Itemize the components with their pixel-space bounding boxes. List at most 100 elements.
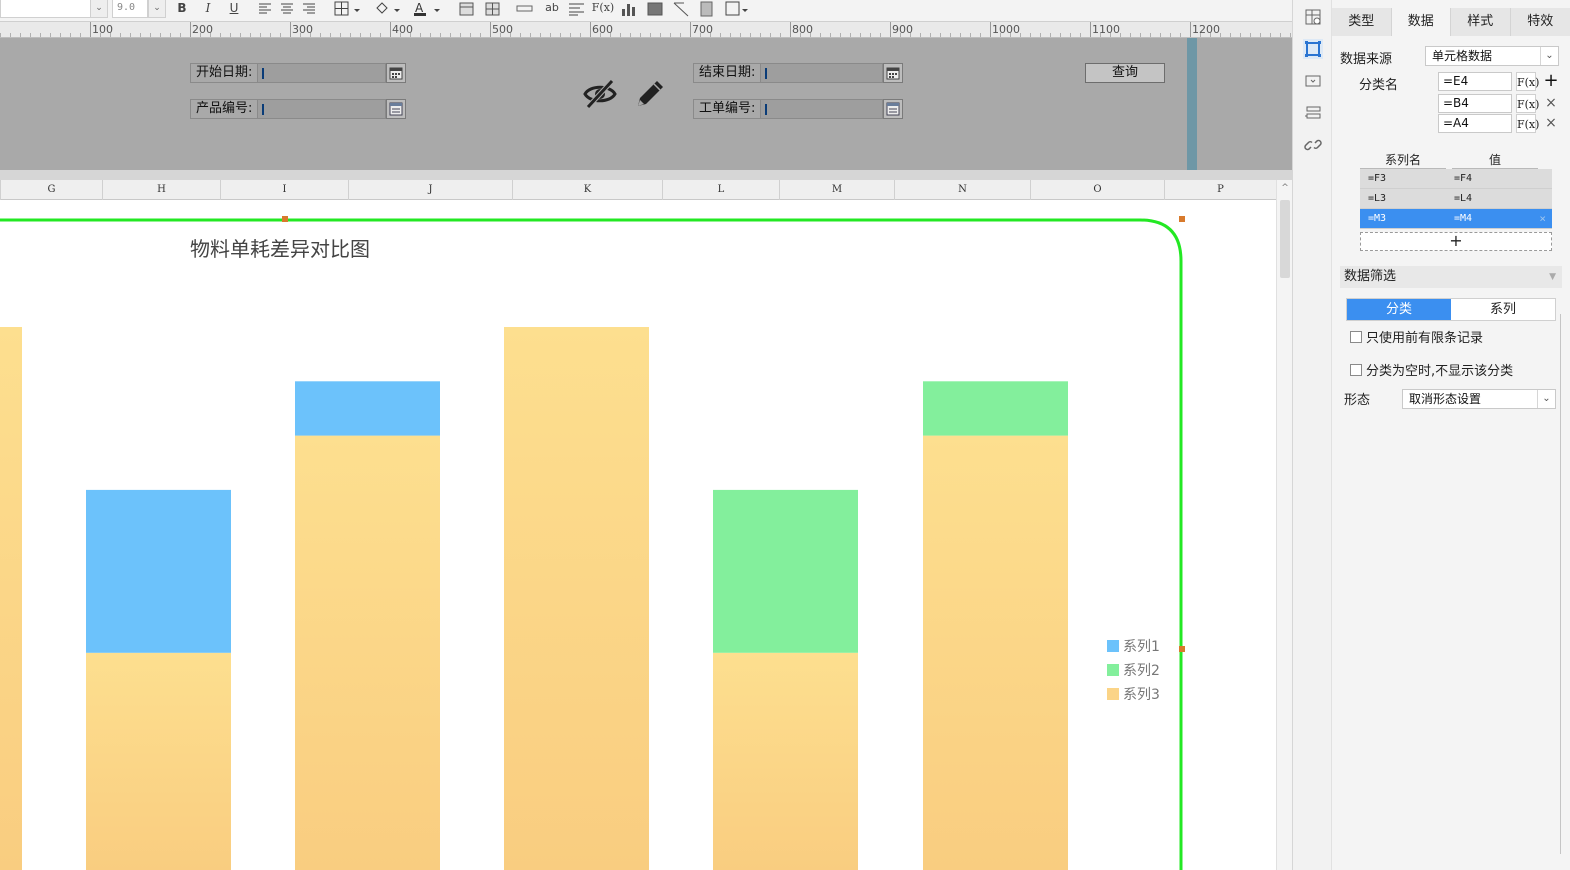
column-header-cell[interactable]: H — [102, 180, 220, 200]
category-formula-input[interactable]: =A4 — [1438, 114, 1512, 133]
italic-button[interactable]: I — [198, 0, 218, 18]
query-button[interactable]: 查询 — [1085, 63, 1165, 83]
column-header-cell[interactable]: J — [348, 180, 512, 200]
chevron-down-icon[interactable]: ⌄ — [148, 0, 166, 18]
bold-button[interactable]: B — [172, 0, 192, 18]
resize-handle[interactable] — [282, 216, 288, 222]
column-header-cell[interactable]: K — [512, 180, 662, 200]
series-row[interactable]: =F3 =F4 — [1360, 169, 1552, 189]
resize-handle[interactable] — [1179, 216, 1185, 222]
filter-tab-category[interactable]: 分类 — [1347, 299, 1451, 320]
chart-bar-segment[interactable] — [713, 652, 858, 870]
column-header-cell[interactable]: L — [662, 180, 779, 200]
category-formula-input[interactable]: =B4 — [1438, 94, 1512, 113]
data-filter-section[interactable]: 数据筛选 ▼ — [1340, 266, 1562, 288]
cell-attribute-icon[interactable] — [1303, 7, 1323, 27]
list-picker-icon[interactable] — [883, 99, 904, 119]
series-value-cell[interactable]: =M4 — [1446, 213, 1532, 224]
tab-type[interactable]: 类型 — [1332, 8, 1392, 36]
chart-bar-segment[interactable] — [86, 489, 231, 653]
border-icon[interactable] — [334, 1, 364, 17]
chart-bar-segment[interactable] — [504, 327, 649, 870]
formula-fx-button[interactable]: F(x) — [1516, 114, 1539, 133]
formula-button[interactable]: F(x) — [591, 0, 615, 18]
chart-property-icon[interactable] — [1303, 39, 1323, 59]
delete-series-icon[interactable]: × — [1539, 212, 1546, 225]
font-family-select[interactable] — [0, 0, 92, 18]
hide-empty-option[interactable]: 分类为空时,不显示该分类 — [1350, 360, 1513, 379]
series-name-cell[interactable]: =F3 — [1360, 173, 1446, 184]
resize-handle[interactable] — [1179, 646, 1185, 652]
chart-bar-segment[interactable] — [295, 435, 440, 870]
scroll-thumb[interactable] — [1280, 200, 1290, 278]
column-header-cell[interactable]: N — [894, 180, 1030, 200]
calendar-icon[interactable] — [386, 63, 407, 83]
insert-chart-icon[interactable] — [620, 1, 638, 17]
series-value-cell[interactable]: =F4 — [1446, 173, 1532, 184]
tab-data[interactable]: 数据 — [1391, 8, 1451, 36]
series-value-cell[interactable]: =L4 — [1446, 193, 1532, 204]
slash-icon[interactable] — [672, 1, 690, 17]
font-color-icon[interactable]: A — [412, 1, 444, 17]
formula-fx-button[interactable]: F(x) — [1516, 72, 1539, 91]
underline-button[interactable]: U — [224, 0, 244, 18]
series-name-cell[interactable]: =M3 — [1360, 213, 1446, 224]
chart-bar-segment[interactable] — [0, 327, 22, 870]
column-header-cell[interactable]: O — [1030, 180, 1164, 200]
wrap-icon[interactable] — [516, 3, 534, 15]
series-row[interactable]: =L3 =L4 — [1360, 189, 1552, 209]
category-formula-input[interactable]: =E4 — [1438, 72, 1512, 91]
font-size-select[interactable]: 9.0 — [112, 0, 148, 18]
freeze-icon[interactable] — [698, 1, 716, 17]
start-date-input[interactable] — [258, 63, 387, 83]
eye-off-icon[interactable] — [582, 76, 618, 112]
panel-scrollbar[interactable] — [1560, 314, 1564, 854]
calendar-icon[interactable] — [883, 63, 904, 83]
first-records-checkbox[interactable] — [1350, 330, 1362, 343]
fill-color-icon[interactable] — [374, 1, 404, 17]
pencil-icon[interactable] — [632, 76, 668, 112]
add-category-button[interactable]: + — [1542, 72, 1560, 91]
form-icon[interactable] — [1303, 103, 1323, 123]
insert-image-icon[interactable] — [646, 1, 664, 17]
end-date-input[interactable] — [761, 63, 884, 83]
column-header-cell[interactable]: I — [220, 180, 348, 200]
chevron-down-icon[interactable]: ⌄ — [90, 0, 108, 18]
vertical-scrollbar[interactable]: ^ — [1276, 180, 1292, 870]
chart-bar-segment[interactable] — [86, 652, 231, 870]
series-row-selected[interactable]: =M3 =M4 × — [1360, 209, 1552, 229]
column-header-cell[interactable]: M — [779, 180, 894, 200]
add-series-button[interactable]: + — [1360, 232, 1552, 251]
column-header-cell[interactable]: P — [1164, 180, 1276, 200]
frame-icon[interactable] — [724, 1, 750, 17]
filter-tab-series[interactable]: 系列 — [1451, 299, 1555, 320]
scroll-up-icon[interactable]: ^ — [1277, 180, 1293, 196]
chart-bar-segment[interactable] — [295, 381, 440, 436]
formula-fx-button[interactable]: F(x) — [1516, 94, 1539, 113]
series-name-cell[interactable]: =L3 — [1360, 193, 1446, 204]
hide-empty-checkbox[interactable] — [1350, 363, 1362, 376]
work-order-input[interactable] — [761, 99, 884, 119]
chart-bar-segment[interactable] — [923, 381, 1068, 436]
product-no-input[interactable] — [258, 99, 387, 119]
chart-bar-segment[interactable] — [923, 435, 1068, 870]
remove-category-icon[interactable]: × — [1542, 94, 1560, 113]
remove-category-icon[interactable]: × — [1542, 114, 1560, 133]
widget-icon[interactable] — [1303, 71, 1323, 91]
link-icon[interactable] — [1303, 135, 1323, 155]
list-picker-icon[interactable] — [386, 99, 407, 119]
merge-cells-icon[interactable] — [458, 1, 502, 17]
column-header-cell[interactable]: G — [0, 180, 102, 200]
chart-bar-segment[interactable] — [713, 489, 858, 653]
ruler-minor-tick — [840, 33, 841, 37]
panel-resize-strip[interactable] — [1187, 38, 1197, 170]
tab-style[interactable]: 样式 — [1451, 8, 1511, 36]
shape-select[interactable]: 取消形态设置 ⌄ — [1402, 389, 1556, 409]
first-records-option[interactable]: 只使用前有限条记录 — [1350, 327, 1483, 346]
align-icons[interactable] — [258, 2, 318, 16]
data-source-select[interactable]: 单元格数据 ⌄ — [1425, 46, 1559, 66]
text-format-button[interactable]: ab — [541, 0, 563, 18]
chart[interactable]: 物料单耗差异对比图 系列1 系列2 系列3 — [0, 200, 1276, 870]
tab-effect[interactable]: 特效 — [1510, 8, 1570, 36]
indent-icon[interactable] — [568, 2, 586, 16]
